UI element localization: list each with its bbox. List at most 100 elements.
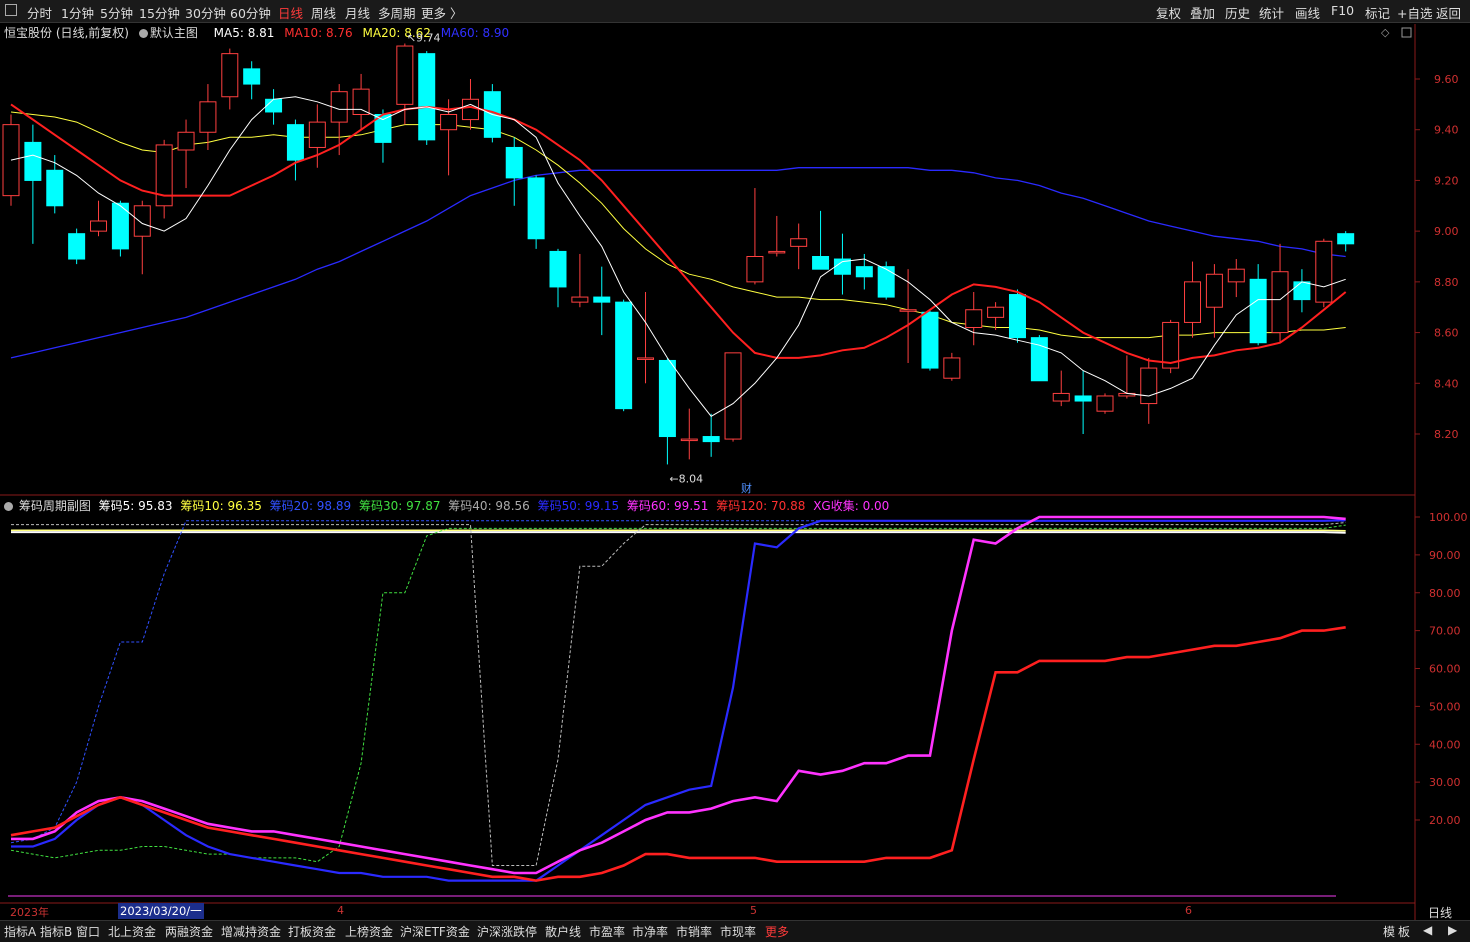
candle-body (330, 91, 348, 123)
indicator-tabbar: 指标A 指标B 窗口 北上资金 两融资金 增减持资金 打板资金 上榜资金 沪深ETF资金 沪深涨跌… (0, 920, 1470, 942)
candle-body (790, 238, 808, 247)
diamond-icon: ◇ (1381, 26, 1390, 39)
candle-body (308, 121, 326, 148)
candle (243, 61, 261, 100)
panel-toggle-icon (1401, 27, 1412, 38)
candle (1271, 243, 1289, 343)
candle-body (133, 205, 151, 237)
y-tick-label: 40.00 (1429, 738, 1461, 751)
panel-button-mo[interactable]: 模 (1383, 923, 1395, 940)
indicator-tab[interactable]: 市净率 (632, 923, 668, 940)
indicator-tab[interactable]: 打板资金 (288, 923, 336, 940)
candle-body (1315, 240, 1333, 303)
indicator-tab[interactable]: 更多 (765, 923, 789, 940)
chip-series-line (11, 515, 1346, 875)
candle-body (702, 436, 720, 443)
candle-body (396, 45, 414, 105)
candle-body (177, 131, 195, 151)
indicator-tab[interactable]: 增减持资金 (221, 923, 281, 940)
candle (90, 200, 108, 237)
candle (812, 210, 830, 270)
candle-body (505, 146, 523, 179)
indicator-tab[interactable]: 指标A (4, 923, 36, 940)
indicator-tab[interactable]: 市现率 (720, 923, 756, 940)
candle (746, 188, 764, 285)
y-tick-label: 9.60 (1434, 73, 1459, 86)
candle (286, 119, 304, 181)
y-tick-label: 9.00 (1434, 225, 1459, 238)
candle-body (1096, 395, 1114, 412)
candle (1315, 238, 1333, 308)
kline-chart[interactable]: 8.20 8.40 8.60 8.80 9.00 9.20 9.40 9.60 20.00 30.… (0, 0, 1470, 941)
candle-body (943, 357, 961, 379)
candle-body (658, 359, 676, 438)
candle (921, 309, 939, 371)
candle (615, 299, 633, 412)
indicator-tab[interactable]: 北上资金 (108, 923, 156, 940)
date-axis-apr: 4 (337, 904, 344, 917)
y-tick-label: 8.80 (1434, 276, 1459, 289)
candle (111, 200, 129, 257)
date-axis-year: 2023年 (10, 906, 49, 919)
candle (1337, 231, 1355, 252)
indicator-tab[interactable]: 上榜资金 (345, 923, 393, 940)
indicator-tab[interactable]: 指标B (40, 923, 72, 940)
indicator-tab[interactable]: 窗口 (76, 923, 100, 940)
y-tick-label: 8.40 (1434, 377, 1459, 390)
y-tick-label: 80.00 (1429, 587, 1461, 600)
candle-body (768, 250, 786, 254)
y-tick-label: 8.60 (1434, 327, 1459, 340)
period-button[interactable]: 日线 (1428, 904, 1452, 921)
candle (221, 48, 239, 110)
indicator-tab[interactable]: 沪深涨跌停 (477, 923, 537, 940)
scroll-left-icon[interactable]: ◀ (1423, 923, 1432, 937)
candle (1052, 370, 1070, 407)
candle-body (286, 124, 304, 161)
indicator-tab[interactable]: 散户线 (545, 923, 581, 940)
candle (680, 408, 698, 460)
indicator-tab[interactable]: 沪深ETF资金 (400, 923, 470, 940)
candle (1227, 259, 1245, 298)
candle (549, 248, 567, 308)
candle (943, 352, 961, 381)
ma10-line (10, 103, 1347, 365)
candle (1249, 264, 1267, 346)
candle (571, 253, 589, 308)
candle (2, 114, 20, 206)
indicator-tab[interactable]: 市销率 (676, 923, 712, 940)
candle (505, 137, 523, 206)
panel-button-ban[interactable]: 板 (1398, 923, 1410, 940)
candle-body (593, 296, 611, 303)
indicator-tab[interactable]: 两融资金 (165, 923, 213, 940)
candle-body (855, 266, 873, 278)
candle-body (965, 309, 983, 328)
candle-body (1249, 278, 1267, 344)
y-tick-label: 9.20 (1434, 174, 1459, 187)
candle (658, 357, 676, 465)
candle (877, 261, 895, 300)
candle-body (221, 53, 239, 98)
candle (724, 352, 742, 442)
y-tick-label: 30.00 (1429, 776, 1461, 789)
candle-body (637, 357, 655, 360)
y-tick-label: 9.40 (1434, 124, 1459, 137)
candle-body (1293, 281, 1311, 301)
candle-body (987, 306, 1005, 318)
candle-body (724, 352, 742, 440)
candle (418, 51, 436, 145)
candle (352, 73, 370, 130)
indicator-tab[interactable]: 市盈率 (589, 923, 625, 940)
candle (965, 292, 983, 346)
candle (265, 89, 283, 125)
candle (527, 175, 545, 249)
scroll-right-icon[interactable]: ▶ (1448, 923, 1457, 937)
candle-body (418, 53, 436, 141)
candle-body (68, 233, 86, 260)
candle (768, 215, 786, 257)
candle-body (899, 309, 917, 312)
candle-body (1227, 268, 1245, 283)
chip-series-line (11, 529, 1346, 532)
candle (1184, 261, 1202, 338)
candle-body (615, 301, 633, 410)
candle (155, 139, 173, 219)
